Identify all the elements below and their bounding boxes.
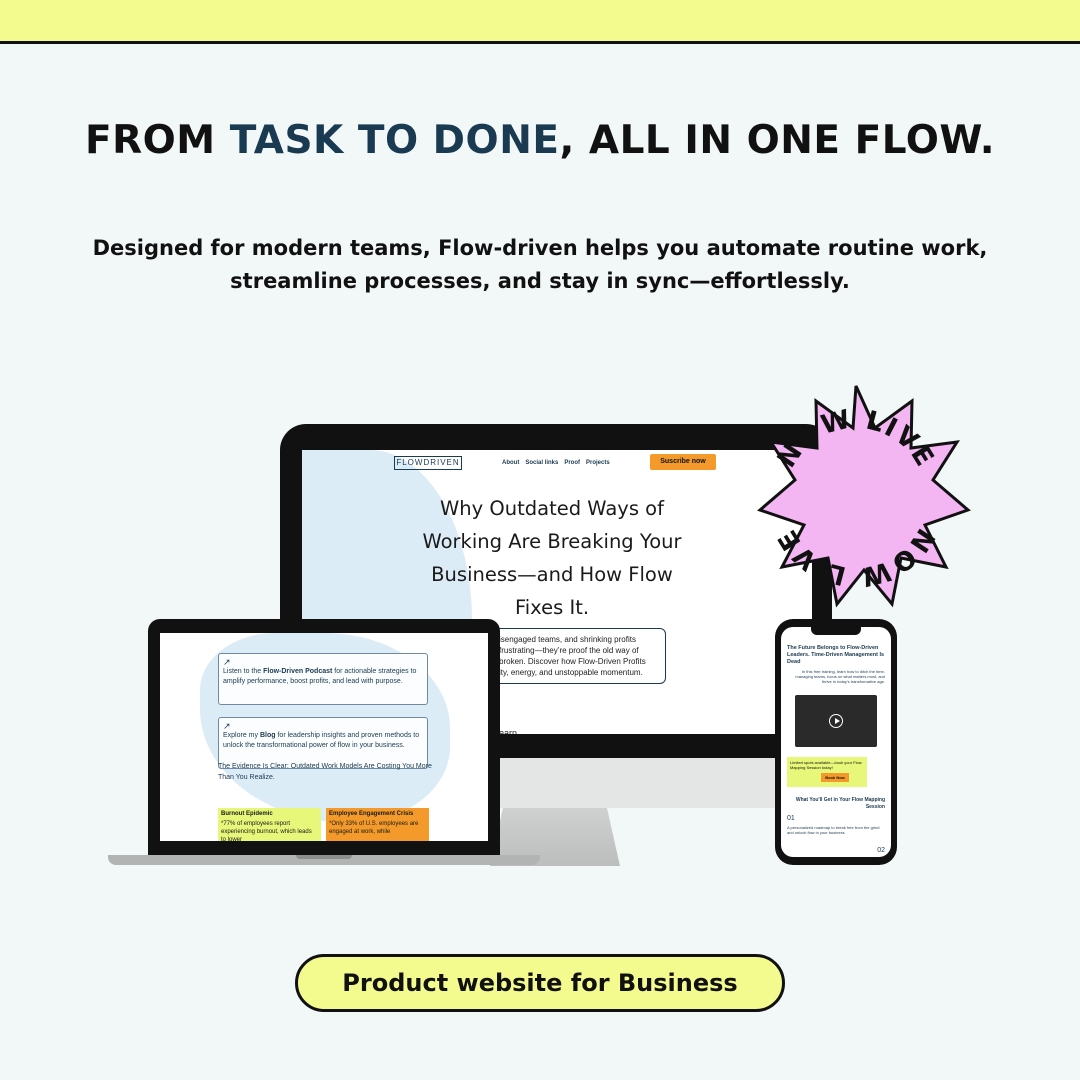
subscribe-button[interactable]: Suscribe now bbox=[650, 454, 716, 470]
nav-social-links[interactable]: Social links bbox=[525, 460, 558, 466]
nav-links: About Social links Proof Projects bbox=[502, 460, 610, 466]
hero-title: Why Outdated Ways of Working Are Breakin… bbox=[422, 497, 682, 619]
blog-link[interactable]: Blog bbox=[260, 732, 276, 739]
subtext-line-2: streamline processes, and stay in sync—e… bbox=[230, 269, 850, 293]
booking-banner: Limited spots available—book your Flow M… bbox=[787, 757, 867, 787]
laptop-screen: ↗ Listen to the Flow-Driven Podcast for … bbox=[160, 633, 488, 841]
headline-accent: TASK TO DONE bbox=[229, 118, 560, 163]
subtext: Designed for modern teams, Flow-driven h… bbox=[60, 232, 1020, 298]
arrow-up-right-icon: ↗ bbox=[223, 657, 231, 667]
evidence-heading: The Evidence Is Clear: Outdated Work Mod… bbox=[218, 763, 432, 781]
learn-link[interactable]: learn bbox=[497, 728, 517, 734]
play-icon[interactable] bbox=[829, 714, 843, 728]
burnout-tag: Burnout Epidemic *77% of employees report… bbox=[218, 808, 321, 841]
session-heading: What You'll Get in Your Flow Mapping Ses… bbox=[795, 797, 885, 810]
video-player[interactable] bbox=[795, 695, 877, 747]
phone: The Future Belongs to Flow-Driven Leader… bbox=[775, 619, 897, 865]
laptop-notch bbox=[296, 855, 352, 859]
step-1-number: 01 bbox=[787, 815, 795, 822]
nav-projects[interactable]: Projects bbox=[586, 460, 610, 466]
phone-notch bbox=[811, 627, 861, 635]
engagement-tag: Employee Engagement Crisis *Only 33% of U… bbox=[326, 808, 429, 841]
laptop: ↗ Listen to the Flow-Driven Podcast for … bbox=[148, 619, 500, 855]
now-live-badge: NOW LIVE NOW LIVE bbox=[757, 385, 971, 608]
nav-about[interactable]: About bbox=[502, 460, 519, 466]
top-band bbox=[0, 0, 1080, 44]
step-1-text: A personalized roadmap to break free fro… bbox=[787, 825, 880, 835]
subtext-line-1: Designed for modern teams, Flow-driven h… bbox=[92, 236, 988, 260]
book-now-button[interactable]: Book Now bbox=[821, 773, 849, 782]
phone-intro: In this free training, learn how to ditc… bbox=[795, 669, 885, 684]
phone-screen: The Future Belongs to Flow-Driven Leader… bbox=[781, 627, 891, 857]
nav-proof[interactable]: Proof bbox=[564, 460, 580, 466]
desktop-nav: FLOWDRIVEN About Social links Proof Proj… bbox=[302, 450, 812, 486]
page-headline: FROM TASK TO DONE, ALL IN ONE FLOW. bbox=[84, 118, 996, 163]
phone-title: The Future Belongs to Flow-Driven Leader… bbox=[787, 645, 885, 665]
podcast-card[interactable]: ↗ Listen to the Flow-Driven Podcast for … bbox=[218, 653, 428, 705]
arrow-up-right-icon: ↗ bbox=[223, 721, 231, 731]
product-website-pill[interactable]: Product website for Business bbox=[295, 954, 785, 1012]
step-2-number: 02 bbox=[877, 847, 885, 854]
hero-description-box: isengaged teams, and shrinking profits f… bbox=[492, 628, 666, 684]
site-logo[interactable]: FLOWDRIVEN bbox=[394, 456, 462, 470]
podcast-link[interactable]: Flow-Driven Podcast bbox=[263, 668, 332, 675]
